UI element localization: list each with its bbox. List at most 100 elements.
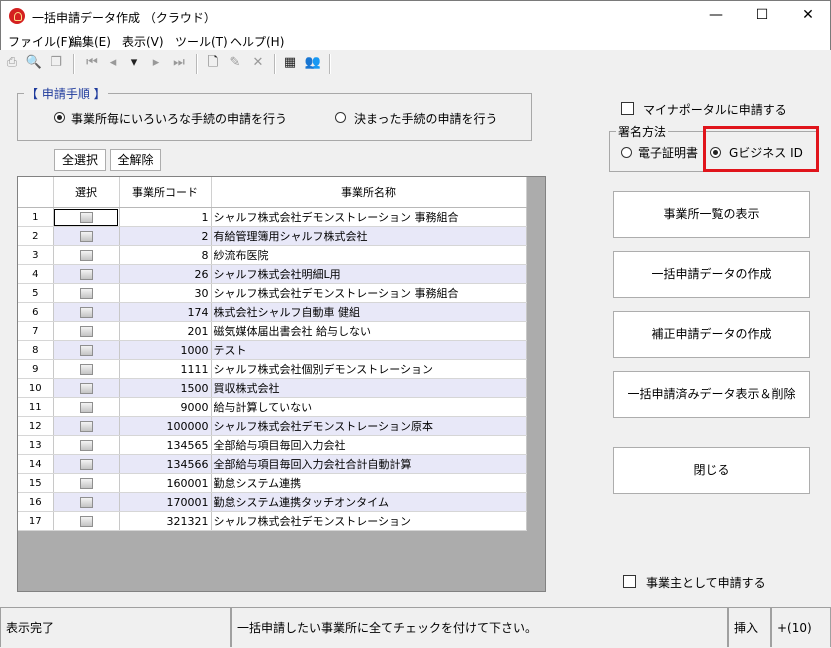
checkbox-icon[interactable] (79, 364, 93, 375)
office-name-cell[interactable]: 買収株式会社 (211, 378, 527, 398)
table-row[interactable]: 17 321321 シャルフ株式会社デモンストレーション (18, 511, 527, 531)
row-select-checkbox[interactable] (53, 473, 120, 493)
office-code-cell[interactable]: 170001 (119, 492, 212, 512)
maximize-button[interactable]: ☐ (739, 1, 785, 30)
sig-certificate-label[interactable]: 電子証明書 (638, 144, 698, 161)
office-name-cell[interactable]: テスト (211, 340, 527, 360)
office-grid[interactable]: 選択 事業所コード 事業所名称 1 1 シャルフ株式会社デモンストレーション 事務組… (17, 176, 546, 592)
checkbox-icon[interactable] (79, 288, 93, 299)
close-window-button[interactable]: ✕ (785, 1, 831, 30)
office-name-cell[interactable]: 紗流布医院 (211, 245, 527, 265)
table-row[interactable]: 13 134565 全部給与項目毎回入力会社 (18, 435, 527, 455)
next-record-icon[interactable]: ▸ (147, 54, 165, 72)
office-code-cell[interactable]: 134565 (119, 435, 212, 455)
checkbox-icon[interactable] (79, 459, 93, 470)
row-select-checkbox[interactable] (53, 511, 120, 531)
procedure-option2-label[interactable]: 決まった手続の申請を行う (354, 110, 498, 127)
checkbox-icon[interactable] (79, 478, 93, 489)
row-select-checkbox[interactable] (53, 416, 120, 436)
office-name-cell[interactable]: 勤怠システム連携 (211, 473, 527, 493)
view-delete-submitted-button[interactable]: 一括申請済みデータ表示＆削除 (613, 371, 810, 418)
office-code-cell[interactable]: 30 (119, 283, 212, 303)
dropdown-icon[interactable]: ▾ (125, 54, 143, 72)
sig-certificate-radio[interactable] (621, 147, 632, 158)
checkbox-icon[interactable] (79, 250, 93, 261)
menu-edit[interactable]: 編集(E) (70, 33, 111, 50)
office-name-cell[interactable]: シャルフ株式会社デモンストレーション 事務組合 (211, 283, 527, 303)
office-name-cell[interactable]: シャルフ株式会社デモンストレーション 事務組合 (211, 207, 527, 227)
procedure-option1-radio[interactable] (54, 112, 65, 123)
table-row[interactable]: 5 30 シャルフ株式会社デモンストレーション 事務組合 (18, 283, 527, 303)
office-name-cell[interactable]: シャルフ株式会社デモンストレーション (211, 511, 527, 531)
row-select-checkbox[interactable] (53, 302, 120, 322)
menu-tools[interactable]: ツール(T) (175, 33, 228, 50)
checkbox-icon[interactable] (79, 383, 93, 394)
table-row[interactable]: 10 1500 買収株式会社 (18, 378, 527, 398)
table-row[interactable]: 9 1111 シャルフ株式会社個別デモンストレーション (18, 359, 527, 379)
table-row[interactable]: 14 134566 全部給与項目毎回入力会社合計自動計算 (18, 454, 527, 474)
print-icon[interactable]: ⎙ (3, 54, 21, 72)
row-select-checkbox[interactable] (53, 378, 120, 398)
table-row[interactable]: 2 2 有給管理簿用シャルフ株式会社 (18, 226, 527, 246)
new-icon[interactable]: 🗋 (204, 54, 222, 72)
office-code-cell[interactable]: 26 (119, 264, 212, 284)
checkbox-icon[interactable] (79, 307, 93, 318)
print-preview-icon[interactable]: 🔍 (25, 54, 43, 72)
row-select-checkbox[interactable] (53, 340, 120, 360)
office-code-cell[interactable]: 1500 (119, 378, 212, 398)
office-name-cell[interactable]: シャルフ株式会社デモンストレーション原本 (211, 416, 527, 436)
deselect-all-button[interactable]: 全解除 (110, 149, 161, 171)
table-row[interactable]: 6 174 株式会社シャルフ自動車 健組 (18, 302, 527, 322)
create-correction-data-button[interactable]: 補正申請データの作成 (613, 311, 810, 358)
table-row[interactable]: 11 9000 給与計算していない (18, 397, 527, 417)
row-select-checkbox[interactable] (53, 359, 120, 379)
table-row[interactable]: 3 8 紗流布医院 (18, 245, 527, 265)
create-bulk-data-button[interactable]: 一括申請データの作成 (613, 251, 810, 298)
office-code-cell[interactable]: 9000 (119, 397, 212, 417)
users-icon[interactable]: 👥 (304, 54, 322, 72)
select-column-header[interactable]: 選択 (53, 177, 120, 208)
employer-label[interactable]: 事業主として申請する (646, 574, 766, 591)
row-select-checkbox[interactable] (53, 207, 120, 227)
employer-checkbox[interactable] (623, 575, 636, 588)
office-code-cell[interactable]: 1 (119, 207, 212, 227)
office-code-cell[interactable]: 1000 (119, 340, 212, 360)
table-row[interactable]: 7 201 磁気媒体届出書会社 給与しない (18, 321, 527, 341)
office-name-cell[interactable]: 勤怠システム連携タッチオンタイム (211, 492, 527, 512)
edit-icon[interactable]: ✎ (226, 54, 244, 72)
close-button[interactable]: 閉じる (613, 447, 810, 494)
office-code-cell[interactable]: 134566 (119, 454, 212, 474)
checkbox-icon[interactable] (79, 212, 93, 223)
office-code-cell[interactable]: 160001 (119, 473, 212, 493)
minimize-button[interactable]: — (693, 1, 739, 30)
checkbox-icon[interactable] (79, 326, 93, 337)
office-name-cell[interactable]: 全部給与項目毎回入力会社合計自動計算 (211, 454, 527, 474)
prev-record-icon[interactable]: ◂ (104, 54, 122, 72)
office-name-cell[interactable]: 有給管理簿用シャルフ株式会社 (211, 226, 527, 246)
select-all-button[interactable]: 全選択 (54, 149, 106, 171)
row-select-checkbox[interactable] (53, 454, 120, 474)
checkbox-icon[interactable] (79, 440, 93, 451)
menu-help[interactable]: ヘルプ(H) (230, 33, 284, 50)
procedure-option2-radio[interactable] (335, 112, 346, 123)
row-select-checkbox[interactable] (53, 264, 120, 284)
menu-view[interactable]: 表示(V) (122, 33, 164, 50)
delete-icon[interactable]: ✕ (249, 54, 267, 72)
name-column-header[interactable]: 事業所名称 (211, 177, 527, 208)
table-row[interactable]: 16 170001 勤怠システム連携タッチオンタイム (18, 492, 527, 512)
checkbox-icon[interactable] (79, 345, 93, 356)
office-name-cell[interactable]: シャルフ株式会社個別デモンストレーション (211, 359, 527, 379)
checkbox-icon[interactable] (79, 497, 93, 508)
table-row[interactable]: 15 160001 勤怠システム連携 (18, 473, 527, 493)
row-select-checkbox[interactable] (53, 397, 120, 417)
menu-file[interactable]: ファイル(F) (8, 33, 72, 50)
row-select-checkbox[interactable] (53, 321, 120, 341)
office-name-cell[interactable]: 給与計算していない (211, 397, 527, 417)
office-name-cell[interactable]: 全部給与項目毎回入力会社 (211, 435, 527, 455)
mynaportal-label[interactable]: マイナポータルに申請する (643, 101, 787, 118)
office-name-cell[interactable]: シャルフ株式会社明細L用 (211, 264, 527, 284)
checkbox-icon[interactable] (79, 516, 93, 527)
checkbox-icon[interactable] (79, 402, 93, 413)
row-select-checkbox[interactable] (53, 245, 120, 265)
office-list-button[interactable]: 事業所一覧の表示 (613, 191, 810, 238)
